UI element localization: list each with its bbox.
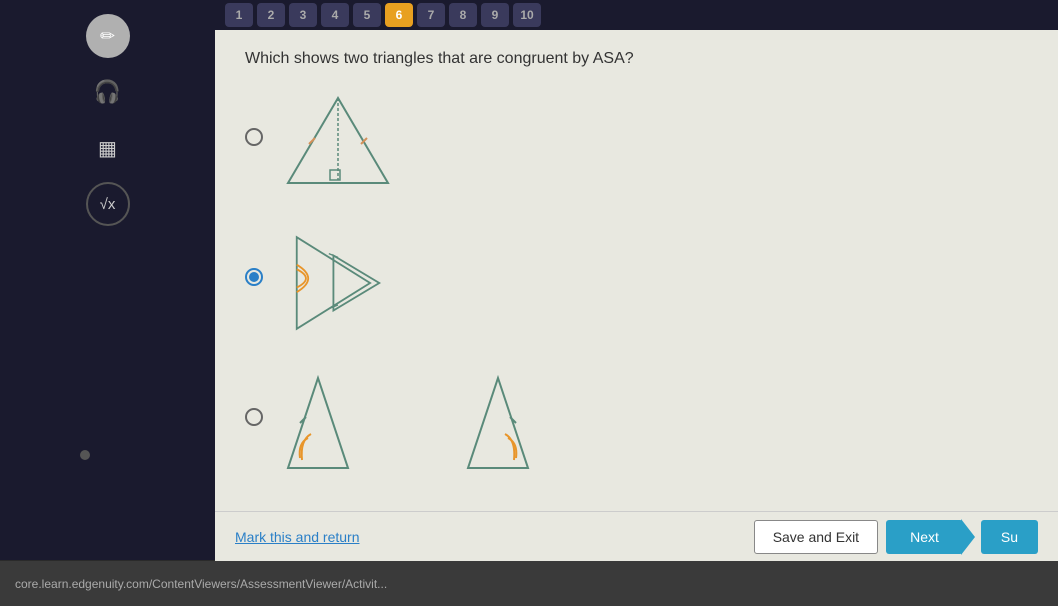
triangle-c2: [418, 368, 538, 478]
tab-2[interactable]: 2: [257, 3, 285, 27]
url-text: core.learn.edgenuity.com/ContentViewers/…: [15, 577, 387, 591]
formula-button[interactable]: √x: [86, 182, 130, 226]
triangle-c-container: [278, 368, 538, 478]
bottom-bar: Mark this and return Save and Exit Next …: [215, 511, 1058, 561]
tab-bar: 1 2 3 4 5 6 7 8 9 10: [215, 0, 1058, 30]
radio-a[interactable]: [245, 128, 263, 146]
tab-10[interactable]: 10: [513, 3, 541, 27]
radio-c[interactable]: [245, 408, 263, 426]
triangle-a-container: [278, 88, 398, 198]
question-text: Which shows two triangles that are congr…: [245, 50, 1028, 68]
option-b: [245, 228, 1028, 338]
tab-8[interactable]: 8: [449, 3, 477, 27]
left-toolbar: ✏ 🎧 ▦ √x: [0, 0, 215, 560]
triangle-c1: [278, 368, 398, 478]
tab-5[interactable]: 5: [353, 3, 381, 27]
tab-4[interactable]: 4: [321, 3, 349, 27]
tab-1[interactable]: 1: [225, 3, 253, 27]
option-a: [245, 88, 1028, 198]
submit-button[interactable]: Su: [981, 520, 1038, 554]
triangle-b-container: [278, 228, 398, 338]
next-button[interactable]: Next: [886, 520, 963, 554]
option-c: [245, 368, 1028, 478]
triangle-b1: [278, 228, 398, 338]
tab-9[interactable]: 9: [481, 3, 509, 27]
answer-options: [245, 88, 1028, 478]
headphone-button[interactable]: 🎧: [86, 70, 130, 114]
decorative-circle: [80, 450, 90, 460]
main-content: Which shows two triangles that are congr…: [215, 30, 1058, 561]
radio-b[interactable]: [245, 268, 263, 286]
tab-7[interactable]: 7: [417, 3, 445, 27]
url-bar: core.learn.edgenuity.com/ContentViewers/…: [0, 561, 1058, 606]
mark-return-link[interactable]: Mark this and return: [235, 529, 360, 545]
calculator-button[interactable]: ▦: [86, 126, 130, 170]
save-exit-button[interactable]: Save and Exit: [754, 520, 878, 554]
tab-3[interactable]: 3: [289, 3, 317, 27]
bottom-right-buttons: Save and Exit Next Su: [754, 520, 1038, 554]
pencil-button[interactable]: ✏: [86, 14, 130, 58]
tab-6[interactable]: 6: [385, 3, 413, 27]
triangle-a1: [278, 88, 398, 198]
